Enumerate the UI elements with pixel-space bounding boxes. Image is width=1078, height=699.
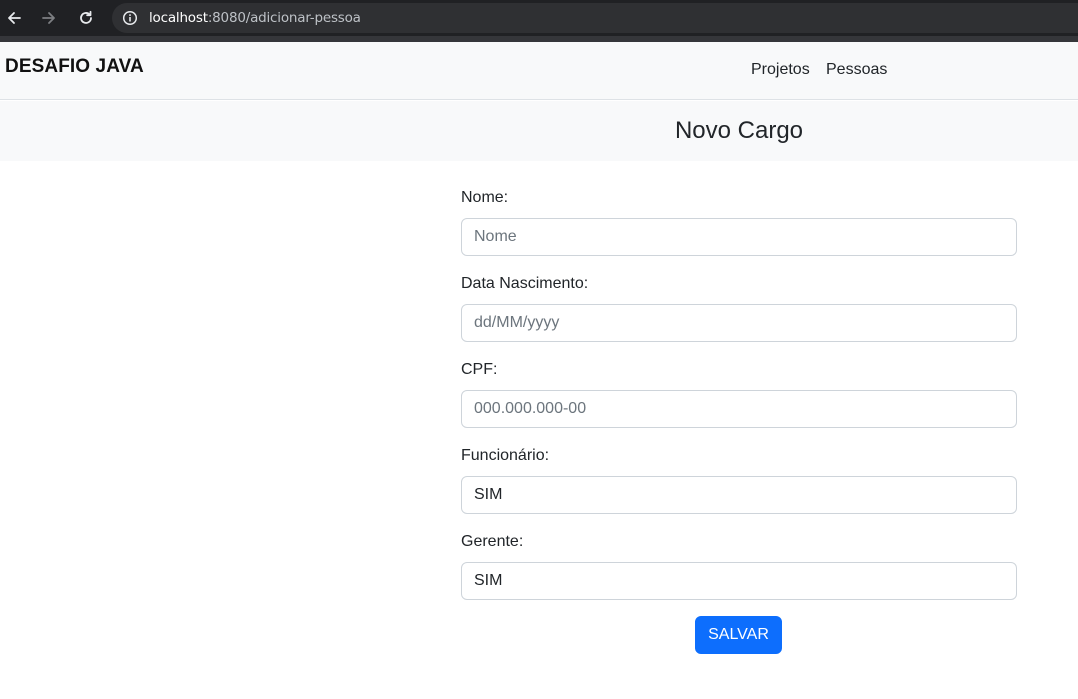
- funcionario-select[interactable]: SIM: [461, 476, 1017, 514]
- reload-icon[interactable]: [74, 6, 98, 30]
- back-arrow-icon[interactable]: [2, 6, 26, 30]
- url-text: localhost:8080/adicionar-pessoa: [149, 10, 361, 26]
- funcionario-label: Funcionário:: [461, 447, 550, 464]
- browser-toolbar: localhost:8080/adicionar-pessoa: [0, 0, 1078, 36]
- navbar-brand[interactable]: DESAFIO JAVA: [5, 56, 144, 78]
- funcionario-selected-value: SIM: [474, 486, 503, 503]
- nome-input[interactable]: [461, 218, 1017, 256]
- address-bar[interactable]: localhost:8080/adicionar-pessoa: [112, 3, 1078, 33]
- gerente-select[interactable]: SIM: [461, 562, 1017, 600]
- nav-link-pessoas[interactable]: Pessoas: [826, 61, 887, 79]
- page-title: Novo Cargo: [674, 117, 804, 144]
- gerente-selected-value: SIM: [474, 572, 503, 589]
- forward-arrow-icon[interactable]: [37, 6, 61, 30]
- data-nascimento-label: Data Nascimento:: [461, 275, 589, 292]
- gerente-label: Gerente:: [461, 533, 524, 550]
- nome-label: Nome:: [461, 189, 509, 206]
- cpf-input[interactable]: [461, 390, 1017, 428]
- info-icon[interactable]: [122, 10, 138, 26]
- cpf-label: CPF:: [461, 361, 498, 378]
- url-path: :8080/adicionar-pessoa: [207, 10, 361, 26]
- save-button[interactable]: SALVAR: [695, 616, 782, 654]
- nav-link-projetos[interactable]: Projetos: [751, 61, 810, 79]
- navbar: DESAFIO JAVA Projetos Pessoas: [0, 42, 1078, 100]
- data-nascimento-input[interactable]: [461, 304, 1017, 342]
- title-band: Novo Cargo: [0, 101, 1078, 161]
- url-host: localhost: [149, 10, 208, 26]
